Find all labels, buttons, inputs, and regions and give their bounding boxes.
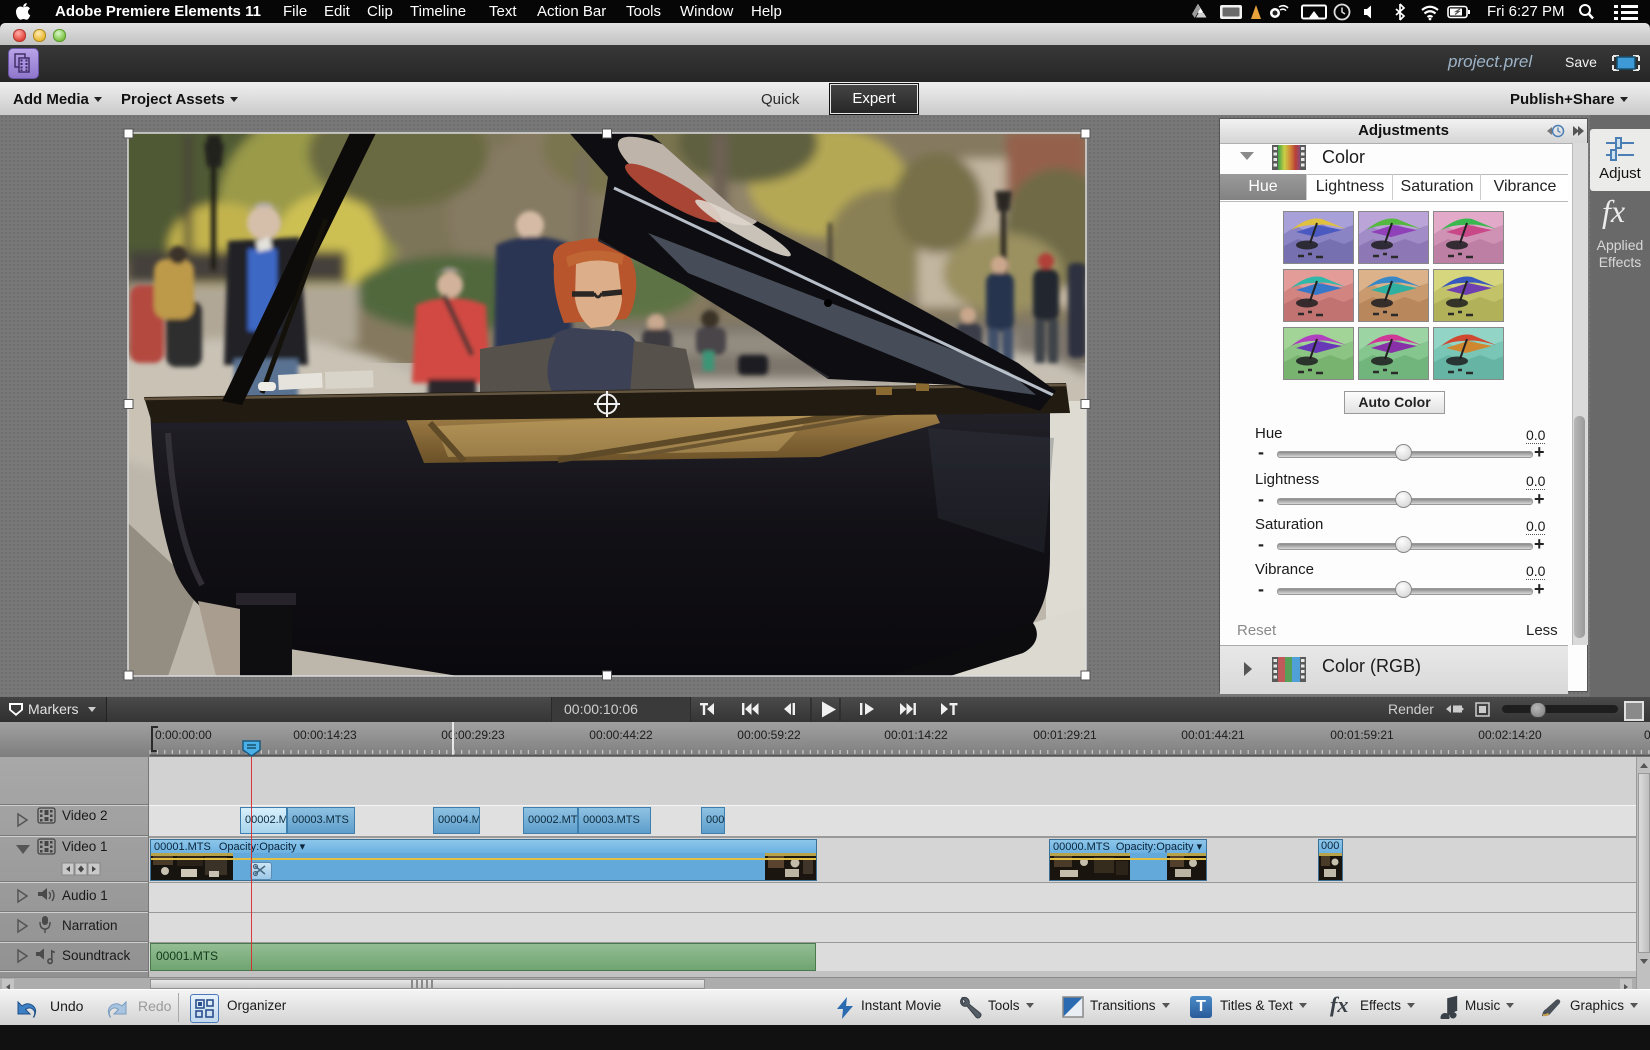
svg-text:Narration: Narration <box>62 918 118 933</box>
svg-text:Video 1: Video 1 <box>62 839 108 854</box>
svg-text:Soundtrack: Soundtrack <box>62 948 131 963</box>
svg-text:Audio 1: Audio 1 <box>62 888 108 903</box>
svg-text:Video 2: Video 2 <box>62 808 108 823</box>
